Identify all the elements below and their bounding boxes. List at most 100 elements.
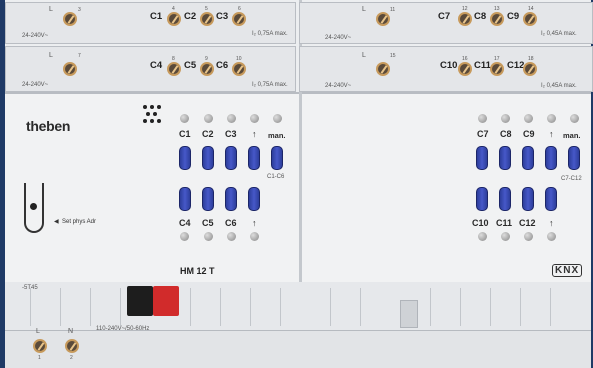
status-led-c1: [180, 114, 189, 123]
vent-hole: [150, 119, 154, 123]
channel-label: C1: [150, 11, 163, 22]
terminal-number: 14: [528, 6, 534, 12]
button-c3[interactable]: [225, 146, 237, 170]
label-c1: C1: [179, 129, 191, 139]
button-c7[interactable]: [476, 146, 488, 170]
channel-label: C6: [216, 60, 229, 71]
terminal-number: 8: [172, 56, 175, 62]
channel-label: C10: [440, 60, 458, 71]
housing-ridge: [90, 288, 91, 326]
product-photo: L 3 24-240V~ C1 4 C2 5 C3 6 I₂ 0,75A max…: [0, 0, 593, 368]
button-c2[interactable]: [202, 146, 214, 170]
screw-terminal-icon: [232, 62, 246, 76]
button-c11[interactable]: [499, 187, 511, 211]
vent-hole: [143, 105, 147, 109]
terminal-letter: L: [49, 6, 53, 13]
terminal-number: 4: [172, 6, 175, 12]
housing-ridge: [490, 288, 491, 326]
label-c3: C3: [225, 129, 237, 139]
label-up-arrow: ↑: [252, 129, 257, 139]
voltage-label: 24-240V~: [22, 33, 49, 39]
voltage-label: 24-240V~: [22, 82, 49, 88]
screw-terminal-icon: [200, 62, 214, 76]
label-c7: C7: [477, 129, 489, 139]
terminal-number: 5: [205, 6, 208, 12]
button-c9[interactable]: [522, 146, 534, 170]
label-c4: C4: [179, 218, 191, 228]
button-up-4[interactable]: [545, 187, 557, 211]
button-up-3[interactable]: [545, 146, 557, 170]
screw-terminal-icon: [167, 12, 181, 26]
status-led-c5: [204, 232, 213, 241]
channel-label: C12: [507, 60, 525, 71]
label-c6: C6: [225, 218, 237, 228]
terminal-number: 12: [462, 6, 468, 12]
status-led-c6: [227, 232, 236, 241]
vent-hole: [146, 112, 150, 116]
button-manual-c1-c6[interactable]: [271, 146, 283, 170]
set-phys-adr-label: Set phys Adr: [62, 219, 97, 225]
terminal-number: 3: [78, 7, 81, 13]
status-led-up: [547, 114, 556, 123]
terminal-letter: L: [49, 52, 53, 59]
button-up-2[interactable]: [248, 187, 260, 211]
voltage-label: 24-240V~: [325, 35, 352, 41]
vent-hole: [153, 112, 157, 116]
screw-terminal-icon: [376, 12, 390, 26]
button-up-1[interactable]: [248, 146, 260, 170]
screw-terminal-icon: [167, 62, 181, 76]
arrow-left-icon: ◀: [54, 219, 59, 225]
label-c2: C2: [202, 129, 214, 139]
button-c8[interactable]: [499, 146, 511, 170]
housing-ridge: [430, 288, 431, 326]
housing-ridge: [550, 288, 551, 326]
model-label: HM 12 T: [180, 266, 215, 276]
bus-connector-red[interactable]: [153, 286, 179, 316]
terminal-number: 7: [78, 53, 81, 59]
button-c4[interactable]: [179, 187, 191, 211]
button-c12[interactable]: [522, 187, 534, 211]
channel-label: C3: [216, 11, 229, 22]
housing-ridge: [330, 288, 331, 326]
button-c1[interactable]: [179, 146, 191, 170]
terminal-number: 16: [462, 56, 468, 62]
terminal-number: 17: [494, 56, 500, 62]
label-man: man.: [563, 131, 581, 140]
status-led-up: [547, 232, 556, 241]
button-manual-c7-c12[interactable]: [568, 146, 580, 170]
housing-ridge: [520, 288, 521, 326]
bus-connector-black[interactable]: [127, 286, 153, 316]
terminal-letter: L: [362, 52, 366, 59]
vent-hole: [143, 119, 147, 123]
screw-terminal-icon: [376, 62, 390, 76]
button-c5[interactable]: [202, 187, 214, 211]
label-c11: C11: [496, 218, 513, 228]
current-rating: I₂ 0,75A max.: [252, 31, 288, 37]
channel-label: C9: [507, 11, 520, 22]
housing-ridge: [60, 288, 61, 326]
label-c10: C10: [472, 218, 489, 228]
din-clip[interactable]: [400, 300, 418, 328]
status-led-up: [250, 232, 259, 241]
terminal-number: 13: [494, 6, 500, 12]
button-c10[interactable]: [476, 187, 488, 211]
screw-terminal-icon: [63, 62, 77, 76]
housing-ridge: [460, 288, 461, 326]
terminal-letter: L: [362, 6, 366, 13]
current-rating: I₂ 0,45A max.: [541, 31, 577, 37]
terminal-number: 2: [70, 355, 73, 361]
screw-terminal-icon: [458, 12, 472, 26]
channel-label: C11: [474, 60, 491, 71]
terminal-number: 9: [205, 56, 208, 62]
bottom-terminal-block: [5, 330, 591, 368]
button-c6[interactable]: [225, 187, 237, 211]
channel-label: C5: [184, 60, 197, 71]
module-divider: [299, 92, 302, 282]
screw-terminal-icon: [490, 12, 504, 26]
label-man: man.: [268, 131, 286, 140]
channel-label: C7: [438, 11, 451, 22]
screw-terminal-icon: [65, 339, 79, 353]
status-led-c11: [501, 232, 510, 241]
status-led-c10: [478, 232, 487, 241]
vent-hole: [157, 119, 161, 123]
